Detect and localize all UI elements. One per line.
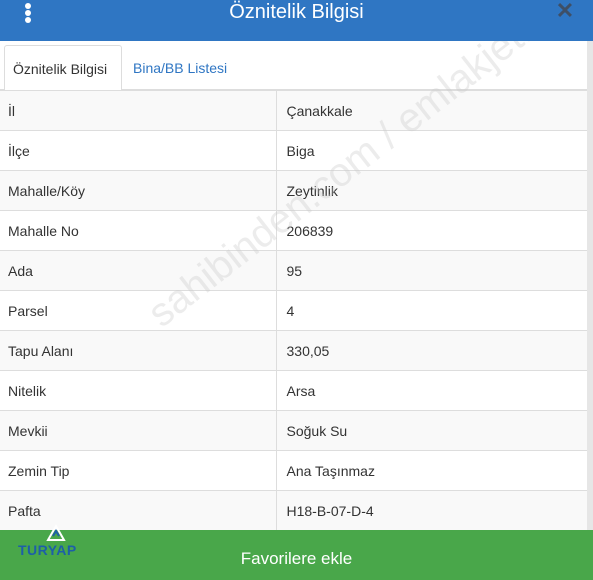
- attribute-key: Parsel: [0, 290, 277, 331]
- table-row: İl Çanakkale: [0, 90, 587, 131]
- attribute-value: Biga: [276, 130, 587, 171]
- attribute-value: 206839: [276, 210, 587, 251]
- attribute-key: Zemin Tip: [0, 450, 277, 491]
- attribute-value: H18-B-07-D-4: [276, 490, 587, 530]
- logo-text: TURYAP: [18, 542, 77, 558]
- table-row: Tapu Alanı 330,05: [0, 330, 587, 371]
- table-row: Mevkii Soğuk Su: [0, 410, 587, 451]
- table-row: Nitelik Arsa: [0, 370, 587, 411]
- attribute-value: 95: [276, 250, 587, 291]
- dialog-header: Öznitelik Bilgisi ✕: [0, 0, 593, 41]
- attribute-value: 4: [276, 290, 587, 331]
- table-row: Mahalle/Köy Zeytinlik: [0, 170, 587, 211]
- attribute-key: İl: [0, 90, 277, 131]
- dialog-title: Öznitelik Bilgisi: [229, 1, 364, 23]
- tab-building-list[interactable]: Bina/BB Listesi: [125, 45, 235, 91]
- close-icon[interactable]: ✕: [555, 0, 575, 24]
- attribute-value: 330,05: [276, 330, 587, 371]
- tab-attribute-info[interactable]: Öznitelik Bilgisi: [4, 45, 122, 91]
- table-row: Parsel 4: [0, 290, 587, 331]
- turyap-logo: TURYAP: [18, 522, 98, 566]
- attribute-key: Ada: [0, 250, 277, 291]
- attribute-value: Ana Taşınmaz: [276, 450, 587, 491]
- attribute-value: Arsa: [276, 370, 587, 411]
- logo-mark-icon: [46, 523, 66, 541]
- attribute-panel: Öznitelik Bilgisi Bina/BB Listesi İl Çana…: [0, 41, 587, 530]
- table-row: Mahalle No 206839: [0, 210, 587, 251]
- attribute-table: İl Çanakkale İlçe Biga Mahalle/Köy Zeytinlik M…: [0, 90, 587, 530]
- tab-bar: Öznitelik Bilgisi Bina/BB Listesi: [0, 41, 587, 91]
- attribute-value: Zeytinlik: [276, 170, 587, 211]
- attribute-key: Tapu Alanı: [0, 330, 277, 371]
- attribute-value: Soğuk Su: [276, 410, 587, 451]
- attribute-value: Çanakkale: [276, 90, 587, 131]
- attribute-key: Mahalle No: [0, 210, 277, 251]
- table-row: Ada 95: [0, 250, 587, 291]
- scrollbar[interactable]: [587, 41, 593, 530]
- attribute-key: Mahalle/Köy: [0, 170, 277, 211]
- table-row: İlçe Biga: [0, 130, 587, 171]
- attribute-key: İlçe: [0, 130, 277, 171]
- table-row: Zemin Tip Ana Taşınmaz: [0, 450, 587, 491]
- attribute-key: Nitelik: [0, 370, 277, 411]
- attribute-key: Mevkii: [0, 410, 277, 451]
